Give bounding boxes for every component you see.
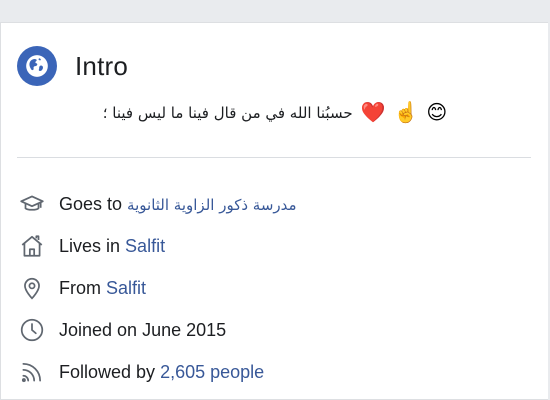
clock-icon: [17, 315, 47, 345]
detail-lives-in: Lives in Salfit: [17, 225, 537, 267]
top-background-band: [0, 0, 550, 22]
heart-emoji: ❤️: [360, 102, 386, 124]
detail-joined-text: Joined on June 2015: [59, 319, 227, 340]
intro-card: Intro حسبُنا الله في من قال فينا ما ليس …: [0, 22, 548, 400]
pointing-up-emoji: ☝️: [393, 102, 419, 124]
detail-followers: Followed by 2,605 people: [17, 351, 537, 393]
globe-icon: [17, 46, 57, 86]
detail-from: From Salfit: [17, 267, 537, 309]
bio-text: حسبُنا الله في من قال فينا ما ليس فينا ؛: [102, 104, 353, 122]
detail-from-text: From Salfit: [59, 278, 146, 299]
bio: حسبُنا الله في من قال فينا ما ليس فينا ؛…: [1, 103, 549, 123]
detail-followers-prefix: Followed by: [59, 361, 161, 382]
intro-header: Intro: [17, 45, 128, 87]
detail-education-prefix: Goes to: [59, 193, 128, 214]
rss-feed-icon: [17, 357, 47, 387]
detail-education: Goes to مدرسة ذكور الزاوية الثانوية: [17, 183, 537, 225]
detail-from-prefix: From: [59, 277, 106, 298]
school-link[interactable]: مدرسة ذكور الزاوية الثانوية: [127, 196, 297, 214]
smiling-face-emoji: 😊: [426, 102, 448, 124]
detail-followers-text: Followed by 2,605 people: [59, 362, 264, 383]
home-icon: [17, 231, 47, 261]
detail-lives-in-prefix: Lives in: [59, 235, 126, 256]
location-pin-icon: [17, 273, 47, 303]
detail-education-text: Goes to مدرسة ذكور الزاوية الثانوية: [59, 194, 297, 215]
followers-link[interactable]: 2,605 people: [160, 362, 264, 382]
divider: [17, 157, 531, 158]
detail-lives-in-text: Lives in Salfit: [59, 236, 165, 257]
graduation-cap-icon: [17, 189, 47, 219]
detail-joined: Joined on June 2015: [17, 309, 537, 351]
hometown-link[interactable]: Salfit: [106, 278, 146, 298]
intro-details: Goes to مدرسة ذكور الزاوية الثانوية Live…: [17, 183, 537, 393]
intro-title: Intro: [75, 50, 129, 81]
lives-in-city-link[interactable]: Salfit: [125, 236, 165, 256]
